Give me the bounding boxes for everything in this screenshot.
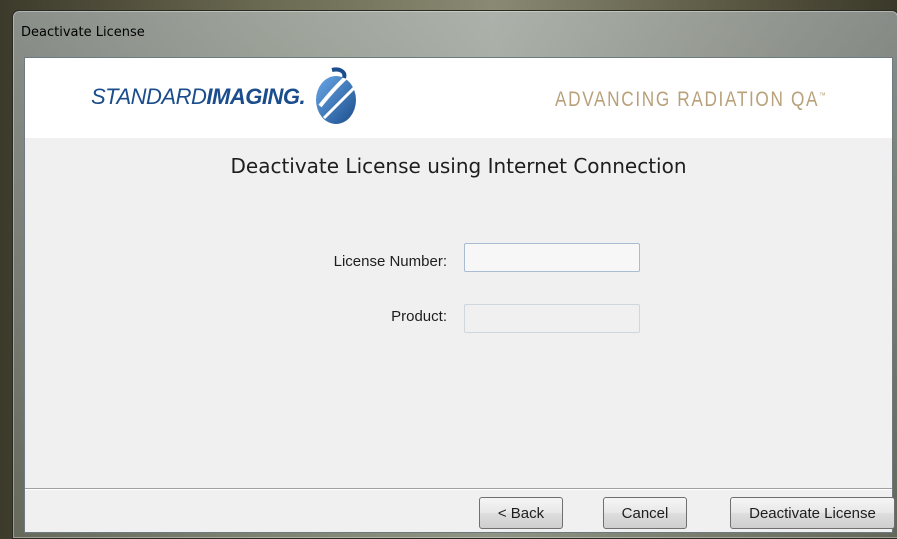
tagline: ADVANCING RADIATION QA™ bbox=[555, 88, 826, 112]
license-number-input[interactable] bbox=[464, 243, 640, 272]
logo-text-bold: IMAGING bbox=[206, 84, 300, 109]
dialog-window: Deactivate License STANDARDIMAGING. ADVA… bbox=[12, 10, 897, 539]
logo-text-regular: STANDARD bbox=[91, 84, 207, 109]
back-button[interactable]: < Back bbox=[479, 497, 563, 529]
title-bar[interactable]: Deactivate License bbox=[13, 11, 897, 57]
logo-text-dot: . bbox=[299, 84, 306, 109]
deactivate-license-button[interactable]: Deactivate License bbox=[730, 497, 895, 529]
window-title: Deactivate License bbox=[21, 25, 145, 40]
swoosh-globe-icon bbox=[316, 67, 356, 124]
tagline-text: ADVANCING RADIATION QA bbox=[555, 88, 820, 111]
cancel-button[interactable]: Cancel bbox=[603, 497, 687, 529]
dialog-client-area: STANDARDIMAGING. ADVANCING RADIATION QA™… bbox=[24, 57, 895, 533]
trademark-mark: ™ bbox=[819, 91, 826, 100]
product-label: Product: bbox=[391, 308, 447, 325]
page-heading: Deactivate License using Internet Connec… bbox=[230, 154, 687, 178]
product-field bbox=[464, 304, 640, 333]
license-number-label: License Number: bbox=[333, 253, 447, 270]
company-logo-text: STANDARDIMAGING. bbox=[91, 84, 306, 110]
footer-divider bbox=[25, 488, 892, 490]
brand-banner: STANDARDIMAGING. ADVANCING RADIATION QA™ bbox=[25, 58, 892, 138]
